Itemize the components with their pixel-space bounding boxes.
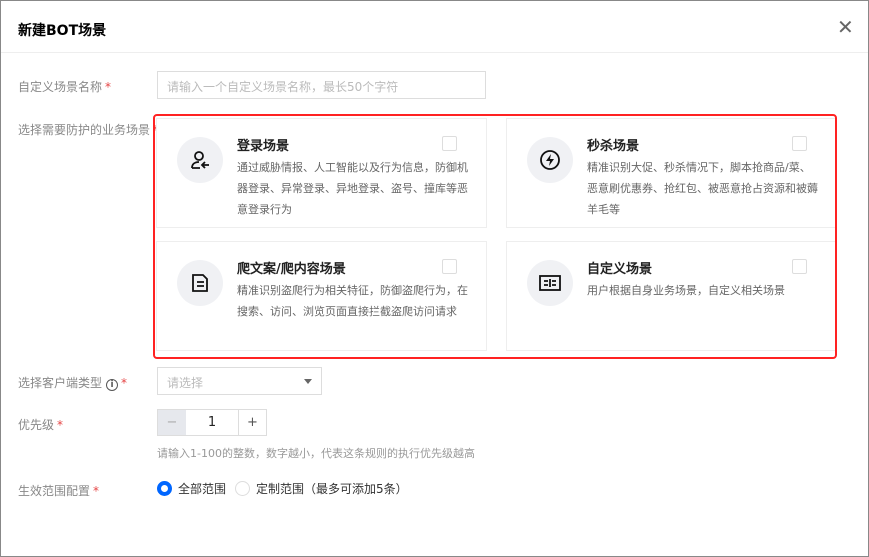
- header-divider: [1, 52, 868, 53]
- client-type-select[interactable]: 请选择: [157, 367, 322, 395]
- priority-stepper[interactable]: − 1 +: [157, 409, 267, 436]
- select-placeholder: 请选择: [167, 376, 204, 390]
- scope-radio-custom[interactable]: 定制范围（最多可添加5条）: [235, 480, 408, 497]
- client-type-label: 选择客户端类型 i *: [18, 376, 128, 391]
- decrement-button[interactable]: −: [158, 410, 186, 435]
- dialog-title: 新建BOT场景: [18, 23, 107, 39]
- radio-label: 定制范围（最多可添加5条）: [256, 482, 408, 496]
- priority-input[interactable]: 1: [186, 410, 239, 435]
- priority-hint: 请输入1-100的整数，数字越小，代表这条规则的执行优先级越高: [157, 447, 475, 460]
- increment-button[interactable]: +: [239, 410, 266, 435]
- scope-radio-all[interactable]: 全部范围: [157, 480, 226, 497]
- scene-name-input[interactable]: 请输入一个自定义场景名称，最长50个字符: [157, 71, 486, 99]
- radio-unchecked-icon: [235, 481, 250, 496]
- scope-label: 生效范围配置 *: [18, 484, 100, 498]
- close-icon[interactable]: ✕: [837, 17, 854, 37]
- scene-select-label: 选择需要防护的业务场景*: [18, 123, 159, 137]
- info-icon[interactable]: i: [106, 379, 119, 391]
- priority-label: 优先级 *: [18, 418, 64, 432]
- radio-checked-icon: [157, 481, 172, 496]
- chevron-down-icon: [304, 379, 312, 384]
- highlight-outline: [153, 114, 837, 359]
- scene-name-label: 自定义场景名称 *: [18, 80, 112, 94]
- radio-label: 全部范围: [178, 482, 227, 496]
